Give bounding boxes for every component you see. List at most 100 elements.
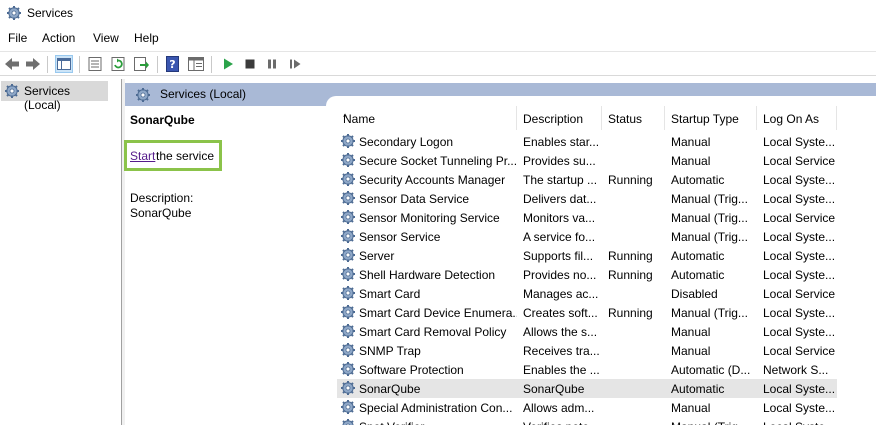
column-header-status[interactable]: Status bbox=[602, 106, 665, 130]
table-row[interactable]: Smart Card Removal Policy Allows the s...… bbox=[337, 322, 837, 341]
tree-item-services-local[interactable]: Services (Local) bbox=[1, 81, 108, 112]
menu-view[interactable]: View bbox=[93, 31, 119, 45]
start-service-text: the service bbox=[156, 149, 215, 163]
cell-description: SonarQube bbox=[523, 382, 585, 396]
cell-log-on-as: Local Syste... bbox=[763, 230, 836, 244]
cell-description: Verifies pote... bbox=[523, 420, 603, 425]
cell-startup-type: Manual bbox=[671, 344, 711, 358]
cell-log-on-as: Local Syste... bbox=[763, 325, 836, 339]
toolbar: ? bbox=[0, 51, 876, 76]
cell-log-on-as: Local Syste... bbox=[763, 306, 836, 320]
table-row[interactable]: Secure Socket Tunneling Pr... Provides su… bbox=[337, 151, 837, 170]
selected-service-name: SonarQube bbox=[130, 113, 195, 127]
column-header-name[interactable]: ^ Name bbox=[337, 106, 517, 130]
cell-description: Receives tra... bbox=[523, 344, 600, 358]
cell-log-on-as: Local Service bbox=[763, 287, 836, 301]
table-row[interactable]: Sensor Service A service fo... Manual (Tri… bbox=[337, 227, 837, 246]
menu-help[interactable]: Help bbox=[134, 31, 159, 45]
pane-header-title: Services (Local) bbox=[160, 87, 247, 101]
menu-file[interactable]: File bbox=[8, 31, 27, 45]
show-hide-tree-icon[interactable] bbox=[55, 55, 73, 73]
table-row[interactable]: Spot Verifier Verifies pote... Manual (Tri… bbox=[337, 417, 837, 425]
cell-description: Manages ac... bbox=[523, 287, 599, 301]
table-row[interactable]: Security Accounts Manager The startup ...… bbox=[337, 170, 837, 189]
cell-description: Allows adm... bbox=[523, 401, 595, 415]
service-gear-icon bbox=[340, 228, 356, 244]
pause-icon[interactable] bbox=[263, 55, 281, 73]
title-bar: Services bbox=[0, 0, 876, 27]
back-arrow-icon[interactable] bbox=[3, 55, 21, 73]
stop-icon[interactable] bbox=[241, 55, 259, 73]
cell-startup-type: Disabled bbox=[671, 287, 718, 301]
properties-icon[interactable] bbox=[86, 55, 104, 73]
service-gear-icon bbox=[340, 380, 356, 396]
cell-name: Smart Card bbox=[359, 287, 421, 301]
table-row[interactable]: SonarQube SonarQube Automatic Local Syste..… bbox=[337, 379, 837, 398]
table-row[interactable]: Sensor Monitoring Service Monitors va... M… bbox=[337, 208, 837, 227]
cell-description: Enables star... bbox=[523, 135, 600, 149]
cell-description: Monitors va... bbox=[523, 211, 596, 225]
cell-status: Running bbox=[608, 173, 653, 187]
services-gear-icon bbox=[4, 83, 20, 99]
column-header-description[interactable]: Description bbox=[517, 106, 602, 130]
service-gear-icon bbox=[340, 342, 356, 358]
column-header-log-on-as[interactable]: Log On As bbox=[757, 106, 837, 130]
cell-log-on-as: Local Syste... bbox=[763, 173, 836, 187]
table-row[interactable]: Smart Card Manages ac... Disabled Local Ser… bbox=[337, 284, 837, 303]
table-row[interactable]: SNMP Trap Receives tra... Manual Local Serv… bbox=[337, 341, 837, 360]
cell-startup-type: Manual bbox=[671, 135, 711, 149]
table-row[interactable]: Software Protection Enables the ... Automa… bbox=[337, 360, 837, 379]
refresh-icon[interactable] bbox=[109, 55, 127, 73]
play-icon[interactable] bbox=[219, 55, 237, 73]
menu-bar: File Action View Help bbox=[0, 28, 876, 50]
forward-arrow-icon[interactable] bbox=[24, 55, 42, 73]
start-service-link[interactable]: Start bbox=[130, 149, 155, 163]
cell-description: Allows the s... bbox=[523, 325, 598, 339]
cell-name: SonarQube bbox=[359, 382, 421, 396]
table-row[interactable]: Sensor Data Service Delivers dat... Manual… bbox=[337, 189, 837, 208]
cell-description: Provides su... bbox=[523, 154, 596, 168]
console-tree: Services (Local) bbox=[0, 79, 122, 425]
cell-log-on-as: Local Syste... bbox=[763, 401, 836, 415]
table-row[interactable]: Server Supports fil... Running Automatic Loc… bbox=[337, 246, 837, 265]
cell-name: Sensor Monitoring Service bbox=[359, 211, 500, 225]
start-service-highlight: Start the service bbox=[124, 140, 222, 171]
service-gear-icon bbox=[340, 266, 356, 282]
cell-startup-type: Manual (Trig... bbox=[671, 420, 757, 425]
cell-startup-type: Manual (Trig... bbox=[671, 192, 748, 206]
cell-name: SNMP Trap bbox=[359, 344, 421, 358]
service-gear-icon bbox=[340, 304, 356, 320]
menu-action[interactable]: Action bbox=[42, 31, 75, 45]
cell-name: Security Accounts Manager bbox=[359, 173, 506, 187]
table-row[interactable]: Shell Hardware Detection Provides no... Ru… bbox=[337, 265, 837, 284]
cell-startup-type: Manual (Trig... bbox=[671, 230, 748, 244]
cell-status: Running bbox=[608, 268, 653, 282]
cell-startup-type: Manual (Trig... bbox=[671, 211, 748, 225]
cell-name: Secure Socket Tunneling Pr... bbox=[359, 154, 517, 168]
cell-name: Smart Card Removal Policy bbox=[359, 325, 507, 339]
cell-description: The startup ... bbox=[523, 173, 598, 187]
cell-startup-type: Automatic (D... bbox=[671, 363, 751, 377]
service-gear-icon bbox=[340, 247, 356, 263]
service-gear-icon bbox=[340, 399, 356, 415]
service-gear-icon bbox=[340, 152, 356, 168]
cell-name: Special Administration Con... bbox=[359, 401, 513, 415]
resume-icon[interactable] bbox=[286, 55, 304, 73]
services-gear-icon bbox=[6, 5, 22, 21]
cell-log-on-as: Local Service bbox=[763, 154, 836, 168]
table-row[interactable]: Secondary Logon Enables star... Manual Loca… bbox=[337, 132, 837, 151]
cell-startup-type: Automatic bbox=[671, 382, 725, 396]
description-label: Description: bbox=[130, 191, 194, 205]
cell-name: Server bbox=[359, 249, 395, 263]
help-icon[interactable]: ? bbox=[164, 55, 182, 73]
table-row[interactable]: Smart Card Device Enumera... Creates soft… bbox=[337, 303, 837, 322]
export-list-icon[interactable] bbox=[132, 55, 150, 73]
cell-name: Sensor Service bbox=[359, 230, 441, 244]
service-gear-icon bbox=[340, 171, 356, 187]
column-header-startup-type[interactable]: Startup Type bbox=[665, 106, 757, 130]
table-row[interactable]: Special Administration Con... Allows adm.… bbox=[337, 398, 837, 417]
service-gear-icon bbox=[340, 361, 356, 377]
extended-view-icon[interactable] bbox=[187, 55, 205, 73]
cell-name: Spot Verifier bbox=[359, 420, 517, 425]
window-title: Services bbox=[27, 6, 74, 20]
